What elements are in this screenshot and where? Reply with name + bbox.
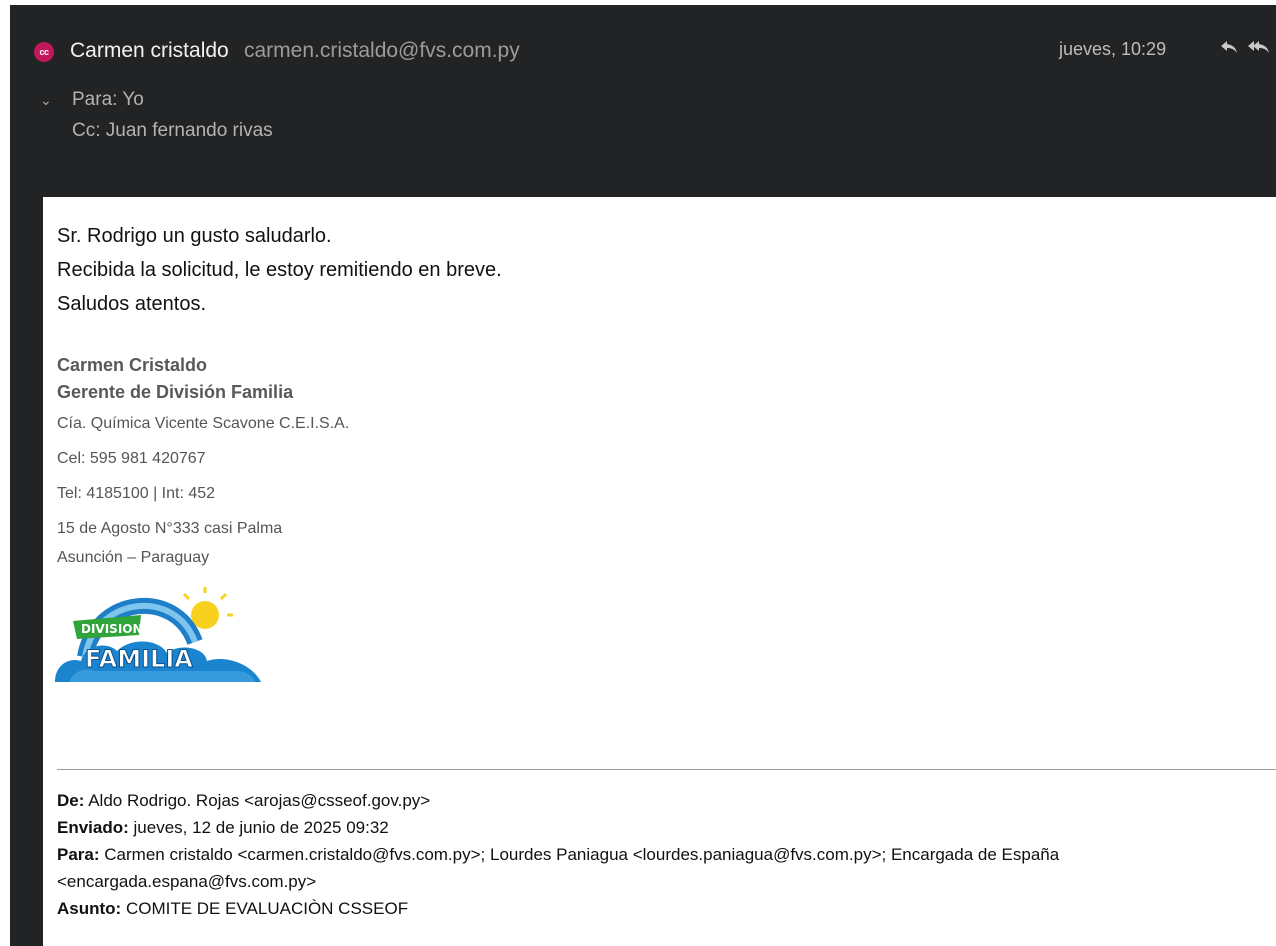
message-text: Sr. Rodrigo un gusto saludarlo. Recibida… bbox=[57, 219, 502, 321]
to-recipient[interactable]: Yo bbox=[122, 89, 144, 110]
reply-icon[interactable] bbox=[1220, 39, 1238, 60]
svg-text:FAMILIA: FAMILIA bbox=[85, 645, 193, 673]
message-line: Recibida la solicitud, le estoy remitien… bbox=[57, 259, 502, 281]
message-line: Saludos atentos. bbox=[57, 293, 206, 315]
chevron-down-icon[interactable]: ⌄ bbox=[40, 92, 52, 109]
signature-cel: Cel: 595 981 420767 bbox=[57, 450, 206, 467]
message-line: Sr. Rodrigo un gusto saludarlo. bbox=[57, 225, 332, 247]
signature: Carmen Cristaldo Gerente de División Fam… bbox=[57, 352, 349, 570]
forwarded-from: De: Aldo Rodrigo. Rojas <arojas@csseof.g… bbox=[57, 791, 431, 810]
division-familia-logo: DIVISION FAMILIA bbox=[55, 587, 261, 682]
forwarded-to: Para: Carmen cristaldo <carmen.cristaldo… bbox=[57, 845, 1060, 891]
forwarded-subject: Asunto: COMITE DE EVALUACIÒN CSSEOF bbox=[57, 899, 409, 918]
to-line: Para: Yo bbox=[72, 89, 144, 110]
signature-role: Gerente de División Familia bbox=[57, 382, 294, 402]
quote-separator bbox=[57, 769, 1276, 770]
sender-avatar: cc bbox=[34, 42, 54, 62]
message-body: Sr. Rodrigo un gusto saludarlo. Recibida… bbox=[43, 197, 1276, 946]
signature-tel: Tel: 4185100 | Int: 452 bbox=[57, 485, 216, 502]
signature-city: Asunción – Paraguay bbox=[57, 549, 210, 566]
sender-name[interactable]: Carmen cristaldo bbox=[70, 39, 229, 63]
email-header: cc Carmen cristaldo carmen.cristaldo@fvs… bbox=[34, 39, 1276, 69]
signature-address: 15 de Agosto N°333 casi Palma bbox=[57, 520, 283, 537]
reply-all-icon[interactable] bbox=[1248, 39, 1270, 60]
cc-recipient[interactable]: Juan fernando rivas bbox=[106, 120, 273, 141]
signature-company: Cía. Química Vicente Scavone C.E.I.S.A. bbox=[57, 415, 350, 432]
forwarded-header: De: Aldo Rodrigo. Rojas <arojas@csseof.g… bbox=[57, 787, 1276, 922]
email-viewer: cc Carmen cristaldo carmen.cristaldo@fvs… bbox=[10, 5, 1276, 946]
cc-line: Cc: Juan fernando rivas bbox=[72, 120, 273, 141]
signature-name: Carmen Cristaldo bbox=[57, 355, 208, 375]
message-date: jueves, 10:29 bbox=[1059, 39, 1167, 59]
forwarded-sent: Enviado: jueves, 12 de junio de 2025 09:… bbox=[57, 818, 389, 837]
svg-text:DIVISION: DIVISION bbox=[81, 622, 143, 636]
sender-email[interactable]: carmen.cristaldo@fvs.com.py bbox=[244, 39, 520, 63]
